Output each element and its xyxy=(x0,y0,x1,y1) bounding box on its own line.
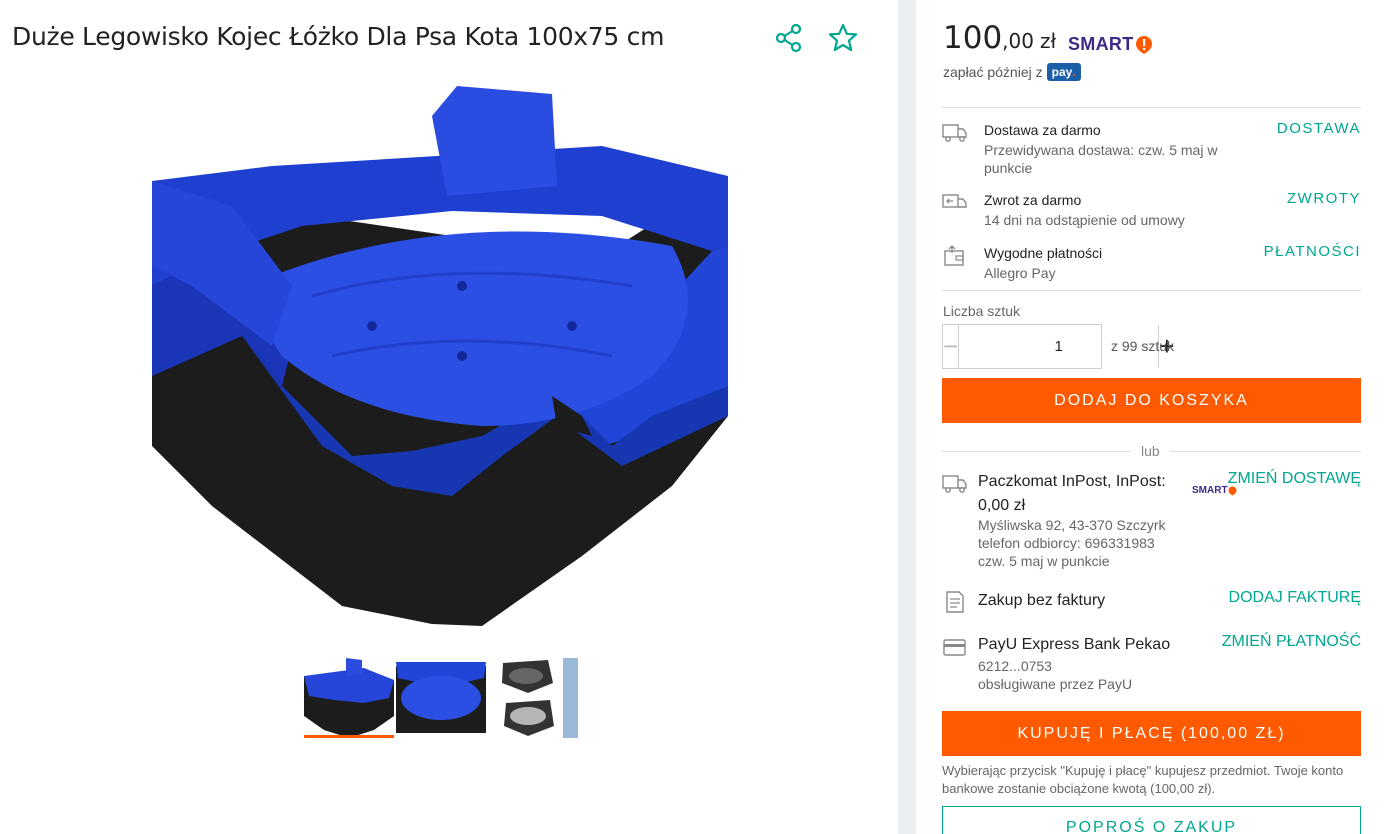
product-gallery-panel: Duże Legowisko Kojec Łóżko Dla Psa Kota … xyxy=(0,0,898,834)
divider xyxy=(942,107,1361,108)
quantity-label: Liczba sztuk xyxy=(943,303,1021,319)
purchase-panel: 100,00 zł SMART zapłać później z pay. Dos… xyxy=(916,0,1388,834)
truck-icon xyxy=(942,475,967,493)
price-currency: zł xyxy=(1039,29,1057,53)
payments-link[interactable]: PŁATNOŚCI xyxy=(1264,243,1361,260)
quantity-minus-button[interactable]: − xyxy=(943,325,960,368)
or-text: lub xyxy=(1131,443,1170,459)
thumbnail-2[interactable] xyxy=(396,658,486,738)
allegro-pay-badge: pay. xyxy=(1046,63,1081,81)
delivery-date: czw. 5 maj w punkcie xyxy=(978,553,1110,569)
change-delivery-link[interactable]: ZMIEŃ DOSTAWĘ xyxy=(1228,470,1361,488)
share-icon[interactable] xyxy=(773,22,805,54)
legal-notice: Wybierając przycisk "Kupuję i płacę" kup… xyxy=(942,763,1344,796)
quantity-available: z 99 sztuk xyxy=(1111,338,1175,354)
price-integer: 100 xyxy=(943,20,1003,56)
price: 100,00 zł xyxy=(943,20,1056,56)
smart-badge: SMART xyxy=(1068,34,1153,55)
thumbnail-1[interactable] xyxy=(304,658,394,738)
thumbnail-3[interactable] xyxy=(488,658,578,738)
product-main-image[interactable] xyxy=(152,86,730,626)
smart-badge-small: SMART xyxy=(1192,485,1237,496)
divider xyxy=(942,290,1361,291)
change-payment-link[interactable]: ZMIEŃ PŁATNOŚĆ xyxy=(1222,633,1361,651)
returns-link[interactable]: ZWROTY xyxy=(1287,190,1361,207)
price-decimal: ,00 xyxy=(1002,29,1034,53)
pay-later: zapłać później z pay. xyxy=(943,63,1081,81)
payment-method: PayU Express Bank Pekao xyxy=(978,636,1171,653)
smart-icon xyxy=(1135,35,1152,54)
return-truck-icon xyxy=(942,194,967,208)
buy-and-pay-button[interactable]: KUPUJĘ I PŁACĘ (100,00 ZŁ) xyxy=(942,711,1361,756)
delivery-address: Myśliwska 92, 43-370 Szczyrk xyxy=(978,517,1166,533)
card-icon xyxy=(943,639,966,656)
add-invoice-link[interactable]: DODAJ FAKTURĘ xyxy=(1229,589,1361,607)
delivery-price: 0,00 zł xyxy=(978,497,1026,514)
smart-icon xyxy=(1228,486,1237,495)
payment-provider: obsługiwane przez PayU xyxy=(978,676,1133,692)
truck-icon xyxy=(942,124,967,142)
column-divider xyxy=(898,0,916,834)
delivery-link[interactable]: DOSTAWA xyxy=(1277,120,1361,137)
wallet-icon xyxy=(944,245,964,266)
delivery-method: Paczkomat InPost, InPost: xyxy=(978,473,1166,490)
add-to-cart-button[interactable]: DODAJ DO KOSZYKA xyxy=(942,378,1361,423)
payment-card: 6212...0753 xyxy=(978,658,1052,674)
invoice-status: Zakup bez faktury xyxy=(978,592,1106,609)
product-title: Duże Legowisko Kojec Łóżko Dla Psa Kota … xyxy=(12,22,665,51)
delivery-phone: telefon odbiorcy: 696331983 xyxy=(978,535,1155,551)
star-icon[interactable] xyxy=(827,22,859,54)
ask-to-buy-button[interactable]: POPROŚ O ZAKUP xyxy=(942,806,1361,834)
quantity-stepper: − + xyxy=(942,324,1174,369)
document-icon xyxy=(946,591,964,613)
